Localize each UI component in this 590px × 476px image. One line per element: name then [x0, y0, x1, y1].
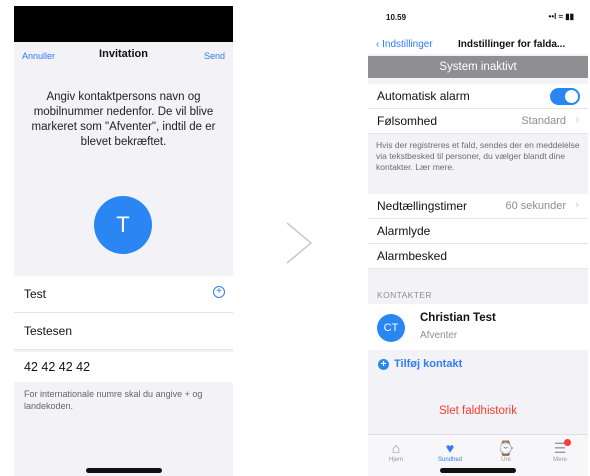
auto-alarm-toggle[interactable] [550, 88, 580, 105]
name-fields: Test + Testesen [14, 276, 233, 350]
alarm-sounds-label: Alarmlyde [377, 224, 431, 238]
avatar: T [94, 196, 152, 254]
alarm-sounds-row[interactable]: Alarmlyde [368, 219, 588, 244]
chevron-right-icon [286, 222, 313, 264]
status-banner: System inaktivt [368, 56, 588, 78]
countdown-value: 60 sekunder [505, 200, 566, 212]
delete-history-button[interactable]: Slet faldhistorik [368, 398, 588, 424]
contact-status: Afventer [420, 330, 458, 341]
sensitivity-label: Følsomhed [377, 114, 438, 128]
status-time: 10.59 [386, 13, 407, 22]
house-icon: ⌂ [391, 440, 401, 456]
menu-icon: ☰ [553, 440, 567, 456]
toggle-knob [565, 90, 578, 103]
tab-label: Mere [553, 457, 567, 463]
alarm-message-label: Alarmbesked [377, 249, 448, 263]
tab-more[interactable]: ☰ Mere [538, 439, 582, 463]
watch-icon: ⌚ [497, 440, 515, 456]
fall-description: Hvis der registreres et fald, sendes der… [376, 140, 580, 172]
timer-settings-group: Nedtællingstimer 60 sekunder › Alarmlyde… [368, 194, 588, 269]
auto-alarm-label: Automatisk alarm [377, 89, 470, 103]
phone-hint: For internationale numre skal du angive … [24, 389, 203, 411]
contacts-section-header: KONTAKTER [377, 290, 432, 300]
send-button[interactable]: Send [204, 51, 225, 61]
countdown-label: Nedtællingstimer [377, 199, 468, 213]
tab-watches[interactable]: ⌚ Ure [484, 439, 528, 463]
invitation-screen: Annuller Invitation Send Angiv kontaktpe… [14, 6, 233, 476]
alarm-message-row[interactable]: Alarmbesked [368, 244, 588, 269]
chevron-right-icon: › [575, 199, 579, 211]
home-indicator [86, 468, 162, 473]
page-title: Invitation [99, 48, 148, 60]
contact-name: Christian Test [420, 312, 496, 324]
back-button[interactable]: ‹ Indstillinger [376, 39, 433, 50]
avatar: CT [377, 314, 405, 342]
sensitivity-row[interactable]: Følsomhed Standard › [368, 109, 588, 134]
heart-pulse-icon: ♥ [445, 440, 455, 456]
phone-field[interactable]: 42 42 42 42 [14, 352, 233, 382]
countdown-row[interactable]: Nedtællingstimer 60 sekunder › [368, 194, 588, 219]
add-contact-label: Tilføj kontakt [394, 358, 463, 370]
home-indicator [440, 468, 516, 473]
alarm-settings-group: Automatisk alarm Følsomhed Standard › [368, 84, 588, 134]
sensitivity-value: Standard [521, 115, 566, 127]
invitation-header: Angiv kontaktpersons navn og mobilnummer… [14, 70, 233, 276]
fall-settings-screen: 10.59 ••l ≈ ▮▮ ‹ Indstillinger Indstilli… [368, 6, 588, 476]
last-name-value: Testesen [24, 324, 73, 338]
delete-history-label: Slet faldhistorik [439, 405, 517, 417]
chevron-right-icon: › [575, 114, 579, 126]
back-label: Indstillinger [382, 39, 433, 50]
page-title: Indstillinger for falda... [458, 39, 566, 50]
tab-label: Ure [501, 457, 511, 463]
first-name-field[interactable]: Test + [14, 276, 233, 313]
tab-label: Hjem [388, 457, 403, 463]
invitation-explanation: Angiv kontaktpersons navn og mobilnummer… [31, 91, 216, 148]
add-circle-icon[interactable]: + [213, 286, 225, 298]
invitation-sheet: Annuller Invitation Send Angiv kontaktpe… [14, 42, 233, 476]
invitation-nav-bar: Annuller Invitation Send [14, 42, 233, 70]
phone-value: 42 42 42 42 [24, 360, 91, 374]
auto-alarm-row: Automatisk alarm [368, 84, 588, 109]
tab-health[interactable]: ♥ Sundhed [428, 439, 472, 463]
tab-home[interactable]: ⌂ Hjem [374, 439, 418, 463]
plus-circle-icon: + [378, 359, 389, 370]
add-contact-button[interactable]: + Tilføj kontakt [368, 350, 588, 380]
status-bar: 10.59 ••l ≈ ▮▮ [368, 6, 588, 28]
first-name-value: Test [24, 287, 47, 301]
contact-row[interactable]: CT Christian Test Afventer [368, 304, 588, 351]
status-icons: ••l ≈ ▮▮ [548, 12, 574, 21]
last-name-field[interactable]: Testesen [14, 313, 233, 350]
status-bar [14, 6, 233, 42]
settings-nav-bar: ‹ Indstillinger Indstillinger for falda.… [368, 28, 588, 54]
tab-label: Sundhed [437, 457, 463, 463]
notification-badge [564, 439, 571, 446]
